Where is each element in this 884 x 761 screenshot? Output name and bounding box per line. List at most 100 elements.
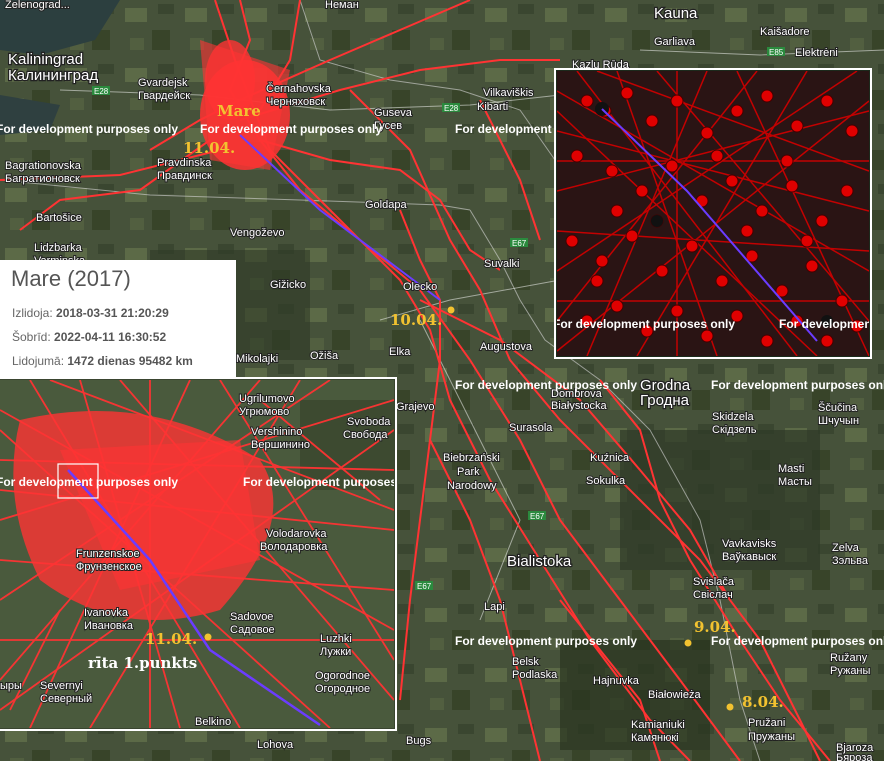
- bird-info-panel: Mare (2017) Izlidoja: 2018-03-31 21:20:2…: [0, 260, 236, 378]
- place-label: Ugrilumovo: [239, 393, 295, 405]
- place-label: Svislača: [693, 576, 735, 588]
- place-label: Ивановка: [84, 620, 134, 632]
- place-label: Skidzela: [712, 411, 754, 423]
- road-label-e85: E85: [769, 48, 784, 57]
- place-label: Grajevo: [396, 401, 435, 413]
- place-label: Belsk: [512, 656, 539, 668]
- place-label: Зэльва: [832, 555, 869, 567]
- place-label: Elka: [389, 346, 411, 358]
- place-label: Frunzenskoe: [76, 548, 140, 560]
- place-label: Скідзель: [712, 424, 757, 436]
- place-label: Камянюкі: [631, 732, 679, 744]
- dev-watermark: For development purposes only: [711, 378, 884, 392]
- place-label: Belkino: [195, 716, 231, 728]
- place-label: Lidzbarka: [34, 242, 83, 254]
- bird-title: Mare (2017): [11, 266, 131, 291]
- place-label: Gižicko: [270, 279, 306, 291]
- road-label-e67: E67: [512, 239, 527, 248]
- place-label: Угрюмово: [239, 406, 289, 418]
- place-label: Podlaska: [512, 669, 558, 681]
- place-label: Sadovoe: [230, 611, 273, 623]
- inset-date-marker[interactable]: [204, 633, 212, 641]
- place-label: Свіслач: [693, 589, 733, 601]
- place-label: Kamianiuki: [631, 719, 685, 731]
- place-label: Volodarovka: [266, 528, 327, 540]
- place-label: Mikolajki: [236, 353, 278, 365]
- place-label: Gvardejsk: [138, 77, 188, 89]
- place-label: Шчучын: [818, 415, 859, 427]
- released-row: Izlidoja: 2018-03-31 21:20:29: [12, 306, 169, 320]
- place-label: Ožiša: [310, 350, 339, 362]
- place-label: Biebrzański: [443, 452, 500, 464]
- place-label: Лужки: [320, 646, 351, 658]
- place-label-bialistoka: Bialistoka: [507, 553, 572, 570]
- date-marker-9-04[interactable]: [684, 639, 692, 647]
- current-time-label: Šobrīd:: [12, 330, 51, 344]
- satellite-map[interactable]: E28 E28 E85 E67 E67 E67 Zelenograd... Ka…: [0, 0, 884, 761]
- place-label: Садовое: [230, 624, 275, 636]
- place-label: ыры: [0, 680, 22, 692]
- place-label: Luzhki: [320, 633, 352, 645]
- place-label: Масты: [778, 476, 812, 488]
- place-label: Bugs: [406, 735, 432, 747]
- place-label: Свобода: [343, 429, 388, 441]
- place-label: Гродна: [640, 392, 690, 409]
- place-label: Володаровка: [260, 541, 328, 553]
- date-marker-10-04[interactable]: [447, 306, 455, 314]
- place-label: Огородное: [315, 683, 370, 695]
- place-label: Ружаны: [830, 665, 871, 677]
- road-label-e28: E28: [444, 104, 459, 113]
- place-label: Черняховск: [266, 96, 325, 108]
- place-label: Bagrationovska: [5, 160, 82, 172]
- place-label: Гвардейск: [138, 90, 190, 102]
- place-label: Park: [457, 466, 480, 478]
- place-label: Severnyi: [40, 680, 83, 692]
- dev-watermark: For development purposes only: [200, 122, 382, 136]
- place-label: Garliava: [654, 36, 696, 48]
- date-label-9-04: 9.04.: [694, 618, 736, 636]
- place-label: Kaišadore: [760, 26, 810, 38]
- flying-label: Lidojumā:: [12, 354, 65, 368]
- bird-name-label: Mare: [217, 102, 261, 120]
- road-label-e67: E67: [417, 582, 432, 591]
- place-label: Elektrėni: [795, 47, 838, 59]
- place-label: Пружаны: [748, 731, 795, 743]
- place-label: Калининград: [8, 67, 98, 84]
- released-label: Izlidoja:: [12, 306, 53, 320]
- place-label: Białowieża: [648, 689, 701, 701]
- current-time-row: Šobrīd: 2022-04-11 16:30:52: [12, 330, 166, 344]
- place-label: Goldapa: [365, 199, 407, 211]
- dev-watermark: For development purposes only: [553, 317, 735, 331]
- place-label: Ogorodnoe: [315, 670, 370, 682]
- place-label: Kuźnica: [590, 452, 630, 464]
- place-label: Ivanovka: [84, 607, 129, 619]
- place-label: Zelenograd...: [5, 0, 70, 11]
- date-label-11-04: 11.04.: [183, 139, 235, 157]
- dev-watermark: For development purposes only: [0, 475, 178, 489]
- place-label: Zelva: [832, 542, 860, 554]
- place-label: Ružany: [830, 652, 868, 664]
- place-label: Narodowy: [447, 480, 497, 492]
- place-label: Lapi: [484, 601, 505, 613]
- place-label: Бяроза: [836, 752, 873, 761]
- place-label: Ščučina: [818, 401, 858, 414]
- place-label: Северный: [40, 693, 92, 705]
- place-label: Vershinino: [251, 426, 302, 438]
- date-label-10-04: 10.04.: [390, 311, 442, 329]
- place-label: Pružani: [748, 717, 785, 729]
- flying-value: 1472 dienas 95482 km: [67, 354, 193, 368]
- dev-watermark: For development purposes only: [455, 634, 637, 648]
- place-label-kauna: Kauna: [654, 5, 698, 22]
- place-label: Фрунзенское: [76, 561, 142, 573]
- date-marker-8-04[interactable]: [726, 703, 734, 711]
- inset-note-label: rīta 1.punkts: [88, 654, 197, 672]
- place-label: Ваўкавыск: [722, 551, 776, 563]
- current-time-value: 2022-04-11 16:30:52: [54, 330, 167, 344]
- released-value: 2018-03-31 21:20:29: [56, 306, 169, 320]
- inset-map-origin[interactable]: Ugrilumovo Угрюмово Svoboda Свобода Vers…: [0, 377, 425, 731]
- forest-patch: [620, 430, 820, 570]
- flying-row: Lidojumā: 1472 dienas 95482 km: [12, 354, 193, 368]
- place-label: Białystocka: [551, 400, 608, 412]
- inset-map-detail[interactable]: For development purposes only For develo…: [553, 68, 884, 359]
- date-label-8-04: 8.04.: [742, 693, 784, 711]
